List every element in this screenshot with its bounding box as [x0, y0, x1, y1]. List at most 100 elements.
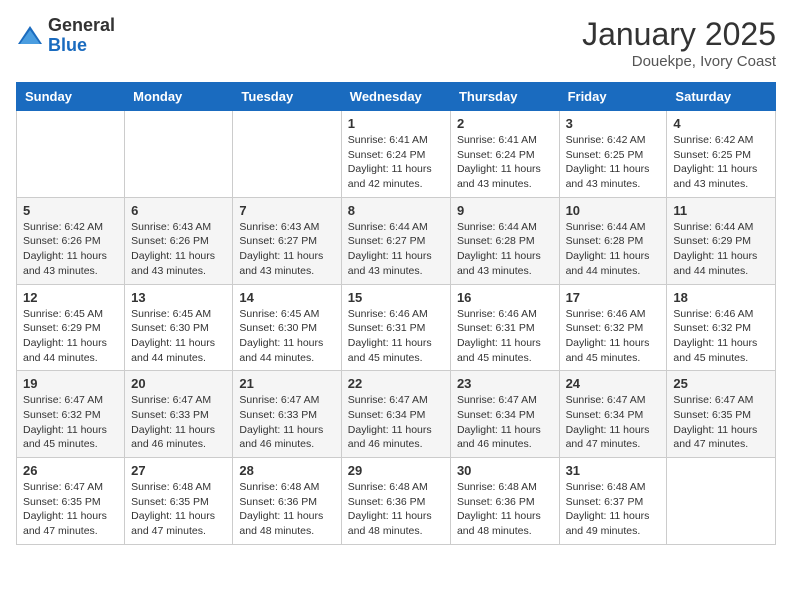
- day-info: Sunrise: 6:45 AMSunset: 6:30 PMDaylight:…: [131, 307, 226, 366]
- calendar-cell: 2Sunrise: 6:41 AMSunset: 6:24 PMDaylight…: [450, 111, 559, 198]
- day-info: Sunrise: 6:41 AMSunset: 6:24 PMDaylight:…: [457, 133, 553, 192]
- calendar-week-row: 26 Sunrise: 6:47 AMSunset: 6:35 PMDayligh…: [17, 458, 776, 545]
- day-info: Sunrise: 6:48 AMSunset: 6:36 PMDaylight:…: [457, 480, 553, 539]
- day-number: 26: [23, 463, 118, 478]
- day-number: 31: [566, 463, 661, 478]
- day-number: 24: [566, 376, 661, 391]
- calendar-cell: 30 Sunrise: 6:48 AMSunset: 6:36 PMDayligh…: [450, 458, 559, 545]
- day-number: 18: [673, 290, 769, 305]
- day-info: Sunrise: 6:47 AMSunset: 6:33 PMDaylight:…: [131, 393, 226, 452]
- calendar-week-row: 1 Sunrise: 6:41 AMSunset: 6:24 PMDaylight…: [17, 111, 776, 198]
- day-info: Sunrise: 6:42 AMSunset: 6:26 PMDaylight:…: [23, 220, 118, 279]
- day-info: Sunrise: 6:48 AMSunset: 6:36 PMDaylight:…: [348, 480, 444, 539]
- calendar-cell: 18Sunrise: 6:46 AMSunset: 6:32 PMDayligh…: [667, 284, 776, 371]
- logo-text-general: General: [48, 15, 115, 35]
- calendar-cell: [125, 111, 233, 198]
- calendar-cell: [17, 111, 125, 198]
- day-info: Sunrise: 6:42 AMSunset: 6:25 PMDaylight:…: [673, 133, 769, 192]
- calendar-title: January 2025: [582, 16, 776, 53]
- day-number: 13: [131, 290, 226, 305]
- day-info: Sunrise: 6:44 AMSunset: 6:27 PMDaylight:…: [348, 220, 444, 279]
- day-number: 17: [566, 290, 661, 305]
- calendar-cell: 21 Sunrise: 6:47 AMSunset: 6:33 PMDayligh…: [233, 371, 341, 458]
- day-info: Sunrise: 6:47 AMSunset: 6:34 PMDaylight:…: [566, 393, 661, 452]
- day-number: 3: [566, 116, 661, 131]
- day-info: Sunrise: 6:41 AMSunset: 6:24 PMDaylight:…: [348, 133, 444, 192]
- calendar-cell: 8 Sunrise: 6:44 AMSunset: 6:27 PMDaylight…: [341, 197, 450, 284]
- day-info: Sunrise: 6:45 AMSunset: 6:30 PMDaylight:…: [239, 307, 334, 366]
- day-number: 8: [348, 203, 444, 218]
- calendar-cell: 10 Sunrise: 6:44 AMSunset: 6:28 PMDayligh…: [559, 197, 667, 284]
- day-info: Sunrise: 6:46 AMSunset: 6:31 PMDaylight:…: [348, 307, 444, 366]
- calendar-header-saturday: Saturday: [667, 83, 776, 111]
- day-number: 4: [673, 116, 769, 131]
- day-number: 20: [131, 376, 226, 391]
- calendar-cell: [233, 111, 341, 198]
- day-number: 1: [348, 116, 444, 131]
- day-number: 23: [457, 376, 553, 391]
- day-info: Sunrise: 6:47 AMSunset: 6:34 PMDaylight:…: [348, 393, 444, 452]
- calendar-header-thursday: Thursday: [450, 83, 559, 111]
- day-number: 5: [23, 203, 118, 218]
- day-info: Sunrise: 6:47 AMSunset: 6:33 PMDaylight:…: [239, 393, 334, 452]
- day-info: Sunrise: 6:46 AMSunset: 6:31 PMDaylight:…: [457, 307, 553, 366]
- calendar-header-row: SundayMondayTuesdayWednesdayThursdayFrid…: [17, 83, 776, 111]
- day-number: 10: [566, 203, 661, 218]
- calendar-cell: 11 Sunrise: 6:44 AMSunset: 6:29 PMDayligh…: [667, 197, 776, 284]
- day-number: 29: [348, 463, 444, 478]
- calendar-week-row: 5 Sunrise: 6:42 AMSunset: 6:26 PMDaylight…: [17, 197, 776, 284]
- calendar-header-sunday: Sunday: [17, 83, 125, 111]
- day-number: 27: [131, 463, 226, 478]
- day-number: 19: [23, 376, 118, 391]
- calendar-header-monday: Monday: [125, 83, 233, 111]
- calendar-cell: 26 Sunrise: 6:47 AMSunset: 6:35 PMDayligh…: [17, 458, 125, 545]
- day-info: Sunrise: 6:47 AMSunset: 6:32 PMDaylight:…: [23, 393, 118, 452]
- calendar-cell: 28Sunrise: 6:48 AMSunset: 6:36 PMDayligh…: [233, 458, 341, 545]
- calendar-cell: 19 Sunrise: 6:47 AMSunset: 6:32 PMDayligh…: [17, 371, 125, 458]
- day-info: Sunrise: 6:47 AMSunset: 6:34 PMDaylight:…: [457, 393, 553, 452]
- day-number: 21: [239, 376, 334, 391]
- logo-icon: [16, 22, 44, 50]
- day-number: 7: [239, 203, 334, 218]
- calendar-cell: 17 Sunrise: 6:46 AMSunset: 6:32 PMDayligh…: [559, 284, 667, 371]
- calendar-cell: 16 Sunrise: 6:46 AMSunset: 6:31 PMDayligh…: [450, 284, 559, 371]
- day-number: 25: [673, 376, 769, 391]
- page-header: General Blue January 2025 Douekpe, Ivory…: [16, 16, 776, 70]
- day-info: Sunrise: 6:47 AMSunset: 6:35 PMDaylight:…: [673, 393, 769, 452]
- calendar-cell: 25 Sunrise: 6:47 AMSunset: 6:35 PMDayligh…: [667, 371, 776, 458]
- calendar-cell: 4 Sunrise: 6:42 AMSunset: 6:25 PMDaylight…: [667, 111, 776, 198]
- calendar-cell: 22Sunrise: 6:47 AMSunset: 6:34 PMDayligh…: [341, 371, 450, 458]
- calendar-cell: 1 Sunrise: 6:41 AMSunset: 6:24 PMDaylight…: [341, 111, 450, 198]
- day-info: Sunrise: 6:45 AMSunset: 6:29 PMDaylight:…: [23, 307, 118, 366]
- day-number: 30: [457, 463, 553, 478]
- calendar-cell: 27Sunrise: 6:48 AMSunset: 6:35 PMDayligh…: [125, 458, 233, 545]
- calendar-table: SundayMondayTuesdayWednesdayThursdayFrid…: [16, 82, 776, 545]
- day-info: Sunrise: 6:43 AMSunset: 6:27 PMDaylight:…: [239, 220, 334, 279]
- calendar-week-row: 19 Sunrise: 6:47 AMSunset: 6:32 PMDayligh…: [17, 371, 776, 458]
- calendar-cell: 15Sunrise: 6:46 AMSunset: 6:31 PMDayligh…: [341, 284, 450, 371]
- day-info: Sunrise: 6:46 AMSunset: 6:32 PMDaylight:…: [566, 307, 661, 366]
- day-info: Sunrise: 6:44 AMSunset: 6:29 PMDaylight:…: [673, 220, 769, 279]
- calendar-subtitle: Douekpe, Ivory Coast: [582, 53, 776, 70]
- calendar-cell: 6 Sunrise: 6:43 AMSunset: 6:26 PMDaylight…: [125, 197, 233, 284]
- calendar-cell: 29 Sunrise: 6:48 AMSunset: 6:36 PMDayligh…: [341, 458, 450, 545]
- calendar-cell: 14 Sunrise: 6:45 AMSunset: 6:30 PMDayligh…: [233, 284, 341, 371]
- calendar-cell: 23 Sunrise: 6:47 AMSunset: 6:34 PMDayligh…: [450, 371, 559, 458]
- day-number: 6: [131, 203, 226, 218]
- calendar-cell: 9 Sunrise: 6:44 AMSunset: 6:28 PMDaylight…: [450, 197, 559, 284]
- day-number: 14: [239, 290, 334, 305]
- logo: General Blue: [16, 16, 115, 56]
- day-number: 11: [673, 203, 769, 218]
- day-number: 12: [23, 290, 118, 305]
- calendar-header-friday: Friday: [559, 83, 667, 111]
- day-number: 9: [457, 203, 553, 218]
- day-info: Sunrise: 6:43 AMSunset: 6:26 PMDaylight:…: [131, 220, 226, 279]
- day-number: 28: [239, 463, 334, 478]
- day-info: Sunrise: 6:47 AMSunset: 6:35 PMDaylight:…: [23, 480, 118, 539]
- calendar-cell: 13 Sunrise: 6:45 AMSunset: 6:30 PMDayligh…: [125, 284, 233, 371]
- day-info: Sunrise: 6:44 AMSunset: 6:28 PMDaylight:…: [566, 220, 661, 279]
- day-info: Sunrise: 6:44 AMSunset: 6:28 PMDaylight:…: [457, 220, 553, 279]
- calendar-week-row: 12 Sunrise: 6:45 AMSunset: 6:29 PMDayligh…: [17, 284, 776, 371]
- day-number: 16: [457, 290, 553, 305]
- day-info: Sunrise: 6:42 AMSunset: 6:25 PMDaylight:…: [566, 133, 661, 192]
